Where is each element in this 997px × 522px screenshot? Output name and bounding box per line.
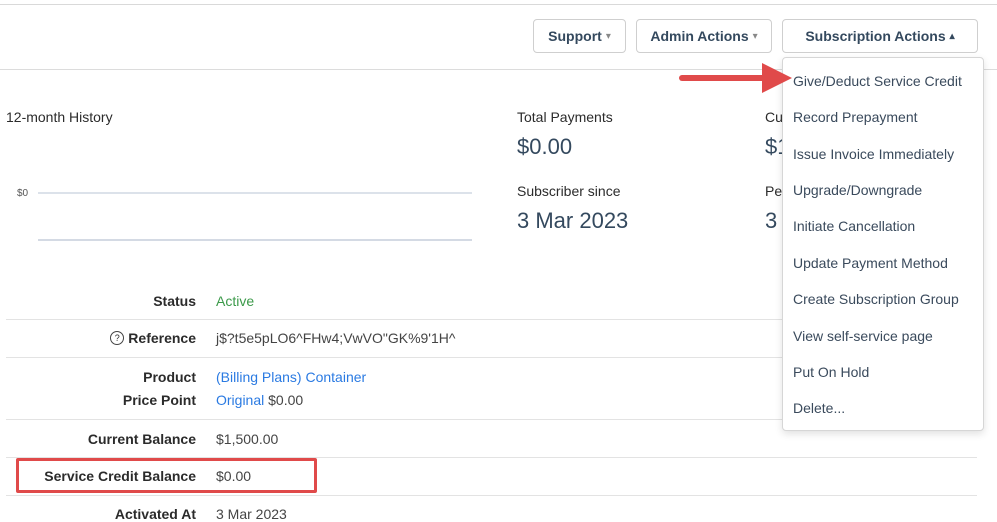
annotation-arrow-icon: [679, 63, 792, 93]
